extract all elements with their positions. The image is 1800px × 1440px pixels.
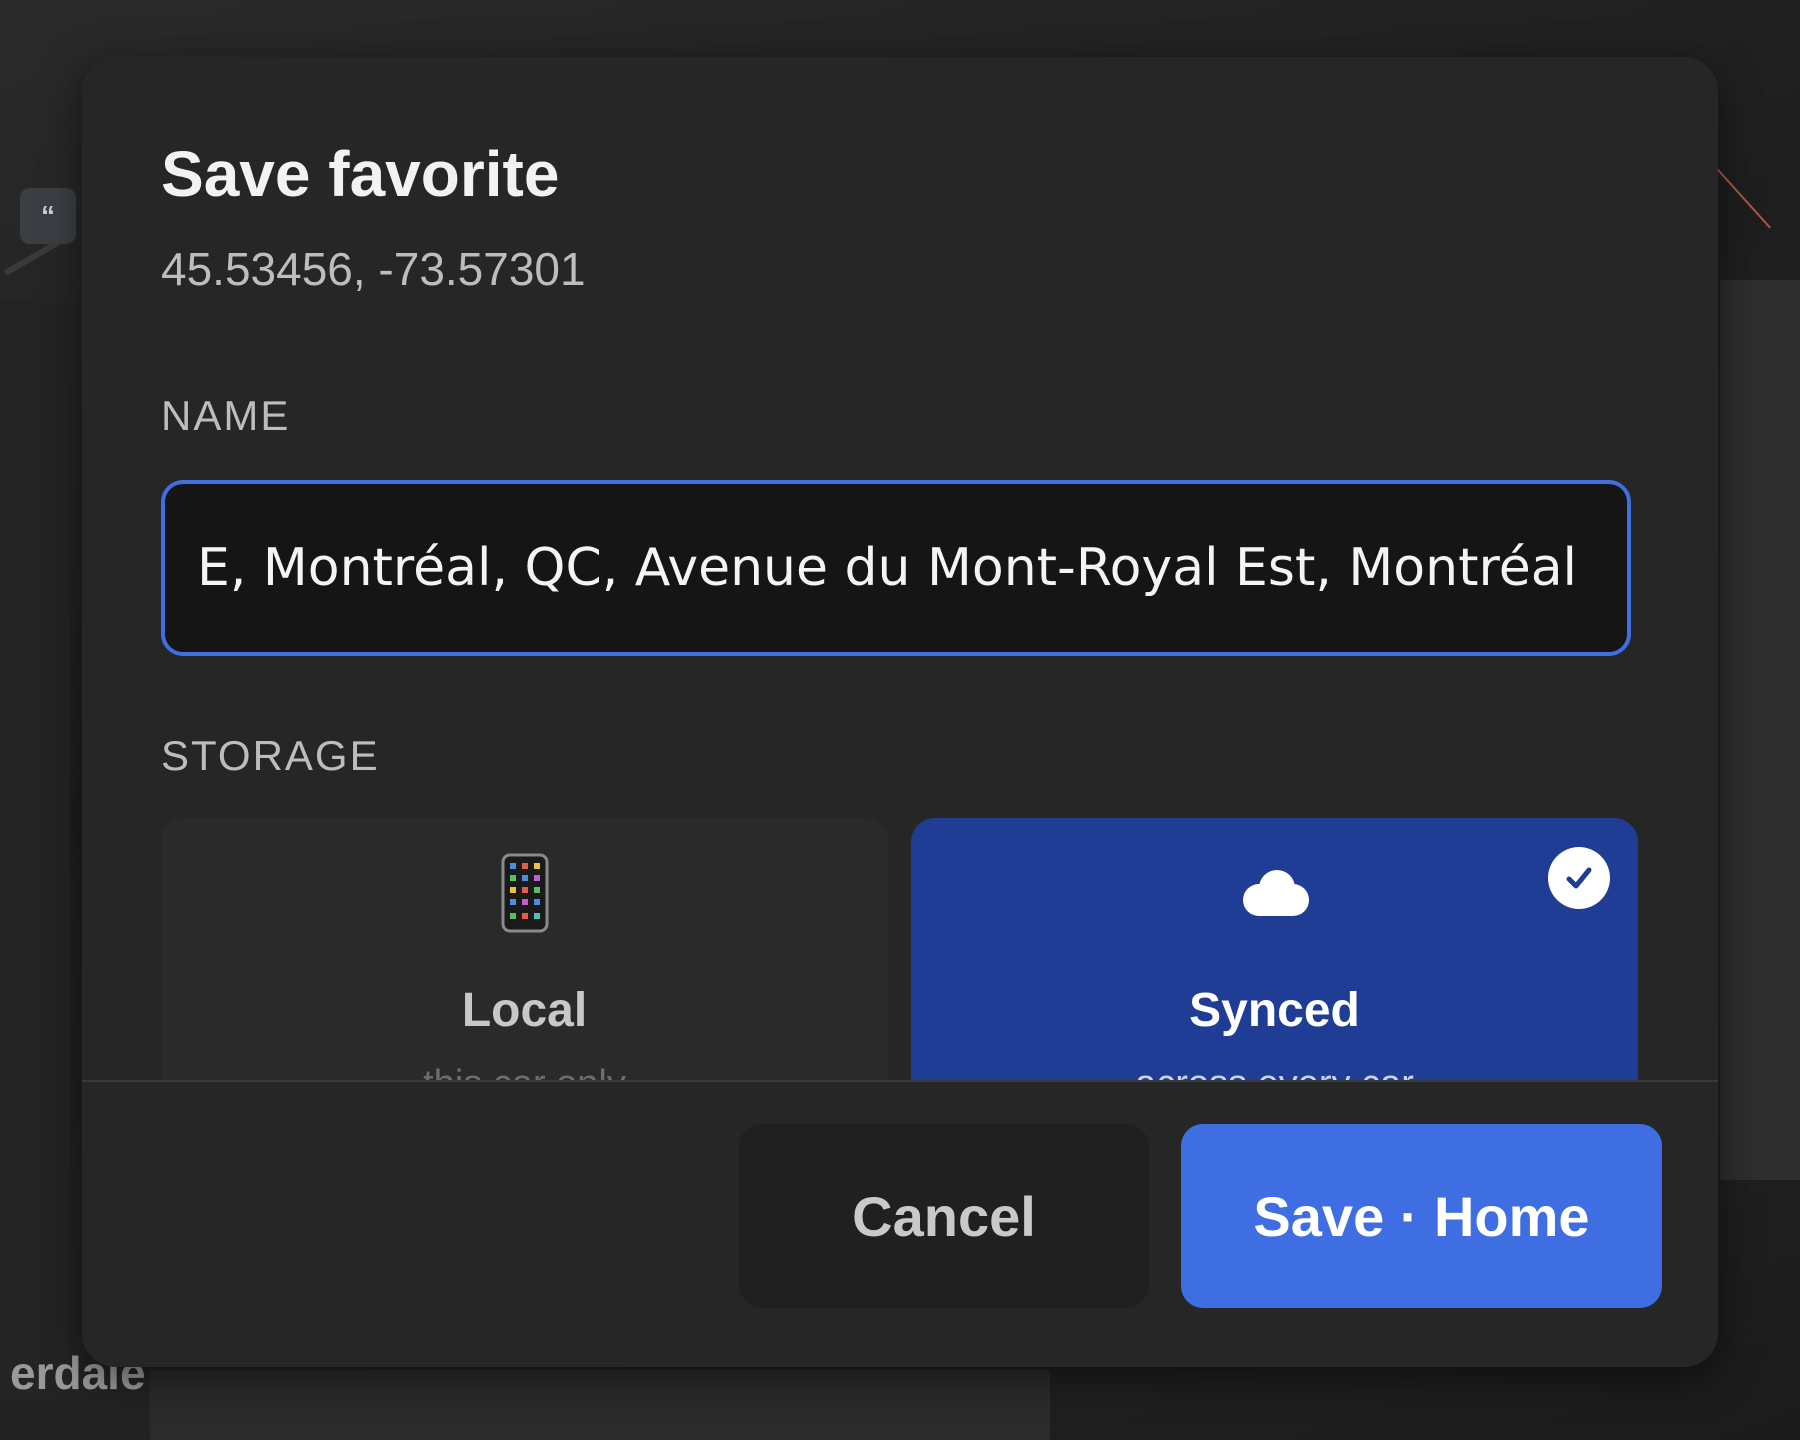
storage-section-label: STORAGE [161,732,380,779]
phone-icon [161,853,888,933]
storage-option-local[interactable]: Local this car only [161,818,888,1080]
storage-option-local-subtitle: this car only [161,1063,888,1080]
storage-option-local-title: Local [461,984,588,1037]
dialog-title: Save favorite [161,138,560,210]
name-input[interactable]: E, Montréal, QC, Avenue du Mont-Royal Es… [161,480,1631,656]
storage-option-synced[interactable]: Synced across every car [911,818,1638,1080]
map-marker-icon[interactable]: “ [20,188,76,244]
save-favorite-dialog: Save favorite 45.53456, -73.57301 NAME E… [82,57,1718,1367]
cloud-icon [911,868,1638,922]
route-line [1709,160,1771,229]
cancel-button[interactable]: Cancel [739,1124,1149,1308]
storage-option-synced-title: Synced [1189,984,1360,1037]
name-input-value: E, Montréal, QC, Avenue du Mont-Royal Es… [196,538,1577,598]
coordinates-text: 45.53456, -73.57301 [161,243,586,295]
storage-option-synced-subtitle: across every car [911,1063,1638,1080]
save-button[interactable]: Save · Home [1181,1124,1662,1308]
name-section-label: NAME [161,392,291,439]
dialog-content: Save favorite 45.53456, -73.57301 NAME E… [82,57,1718,1080]
